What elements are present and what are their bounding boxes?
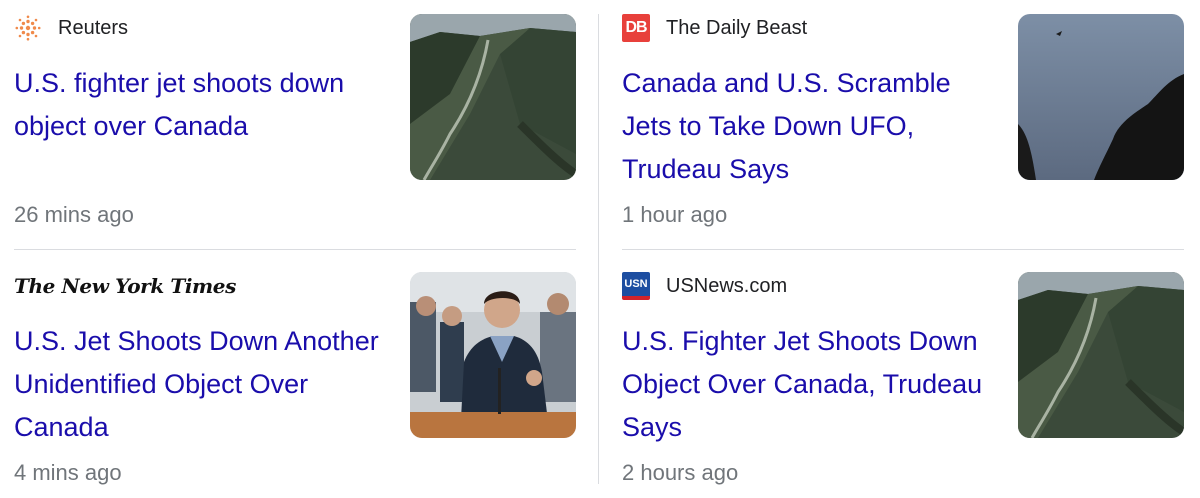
usnews-logo-icon: USN	[622, 272, 650, 300]
row-divider-right	[622, 249, 1184, 250]
headline-link[interactable]: U.S. Jet Shoots Down Another Unidentifie…	[14, 320, 394, 449]
thumbnail-mountain-valley[interactable]	[410, 14, 576, 180]
thumbnail-mountain-valley[interactable]	[1018, 272, 1184, 438]
daily-beast-logo-text: DB	[622, 14, 650, 42]
reuters-logo-icon	[14, 14, 42, 42]
column-divider	[598, 14, 599, 484]
source-name: USNews.com	[666, 274, 788, 297]
source-row: USN USNews.com	[622, 272, 787, 300]
headline-link[interactable]: U.S. Fighter Jet Shoots Down Object Over…	[622, 320, 1002, 449]
timestamp: 2 hours ago	[622, 460, 739, 485]
source-row: The New York Times	[14, 272, 236, 300]
news-results-grid: Reuters U.S. fighter jet shoots down obj…	[0, 0, 1200, 498]
usnews-logo-text: USN	[622, 272, 650, 300]
thumbnail-trudeau-podium[interactable]	[410, 272, 576, 438]
timestamp: 4 mins ago	[14, 460, 122, 485]
daily-beast-logo-icon: DB	[622, 14, 650, 42]
source-name: Reuters	[58, 16, 129, 39]
source-row: DB The Daily Beast	[622, 14, 807, 42]
row-divider-left	[14, 249, 576, 250]
timestamp: 26 mins ago	[14, 202, 134, 227]
source-name: The Daily Beast	[666, 16, 808, 39]
source-row: Reuters	[14, 14, 128, 42]
headline-link[interactable]: Canada and U.S. Scramble Jets to Take Do…	[622, 62, 1002, 191]
timestamp: 1 hour ago	[622, 202, 728, 227]
nyt-logo-icon: The New York Times	[14, 274, 236, 298]
headline-link[interactable]: U.S. fighter jet shoots down object over…	[14, 62, 394, 148]
thumbnail-dusk-sky[interactable]	[1018, 14, 1184, 180]
